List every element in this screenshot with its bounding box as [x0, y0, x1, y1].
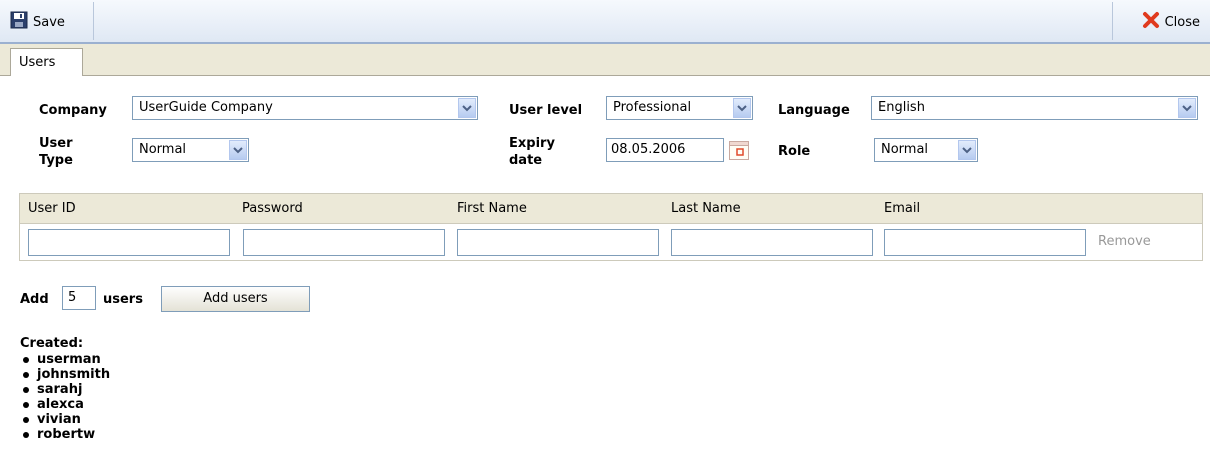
expiry-date-label: Expiry date: [509, 136, 555, 168]
created-users-list: userman johnsmith sarahj alexca vivian r…: [20, 352, 110, 442]
expiry-date-field[interactable]: 08.05.2006: [606, 138, 724, 162]
list-item: johnsmith: [20, 367, 110, 382]
toolbar: Save Close: [0, 0, 1210, 44]
save-label: Save: [33, 14, 65, 30]
floppy-disk-icon: [10, 11, 28, 33]
role-label: Role: [778, 144, 811, 159]
company-select[interactable]: UserGuide Company: [132, 96, 478, 120]
close-button[interactable]: Close: [1142, 11, 1200, 33]
close-icon: [1142, 11, 1160, 33]
list-item: sarahj: [20, 382, 110, 397]
chevron-down-icon[interactable]: [958, 140, 976, 160]
users-grid-header: User ID Password First Name Last Name Em…: [19, 193, 1203, 224]
calendar-icon[interactable]: [728, 139, 750, 165]
table-row: Remove: [19, 224, 1203, 261]
save-button[interactable]: Save: [10, 11, 65, 33]
password-input[interactable]: [243, 229, 445, 256]
bullet-icon: [23, 401, 29, 408]
user-id-input[interactable]: [28, 229, 230, 256]
chevron-down-icon[interactable]: [458, 98, 476, 118]
tab-users[interactable]: Users: [10, 48, 83, 76]
close-label: Close: [1164, 14, 1200, 30]
bullet-icon: [23, 416, 29, 423]
bullet-icon: [23, 431, 29, 438]
toolbar-separator: [1112, 2, 1113, 40]
list-item: vivian: [20, 412, 110, 427]
add-users-button[interactable]: Add users: [161, 286, 310, 312]
chevron-down-icon[interactable]: [1178, 98, 1196, 118]
email-input[interactable]: [884, 229, 1086, 256]
column-header-first-name: First Name: [457, 201, 527, 216]
company-label: Company: [39, 103, 107, 118]
column-header-last-name: Last Name: [671, 201, 741, 216]
role-select[interactable]: Normal: [874, 138, 978, 162]
add-suffix-label: users: [103, 292, 143, 307]
remove-row-link[interactable]: Remove: [1098, 234, 1151, 249]
language-select[interactable]: English: [871, 96, 1198, 120]
chevron-down-icon[interactable]: [733, 98, 751, 118]
column-header-user-id: User ID: [28, 201, 76, 216]
bullet-icon: [23, 356, 29, 363]
user-type-value: Normal: [139, 142, 187, 157]
language-value: English: [878, 100, 925, 115]
list-item: robertw: [20, 427, 110, 442]
role-value: Normal: [881, 142, 929, 157]
user-level-label: User level: [509, 103, 583, 118]
chevron-down-icon[interactable]: [229, 140, 247, 160]
add-count-input[interactable]: 5: [62, 286, 96, 310]
tab-bar: Users: [0, 44, 1210, 76]
column-header-password: Password: [242, 201, 303, 216]
add-prefix-label: Add: [20, 292, 49, 307]
bullet-icon: [23, 371, 29, 378]
language-label: Language: [778, 103, 850, 118]
list-item: alexca: [20, 397, 110, 412]
last-name-input[interactable]: [671, 229, 873, 256]
toolbar-separator: [93, 2, 94, 40]
first-name-input[interactable]: [457, 229, 659, 256]
user-level-value: Professional: [613, 100, 692, 115]
user-type-label: User Type: [39, 136, 73, 168]
column-header-email: Email: [884, 201, 921, 216]
company-value: UserGuide Company: [139, 100, 273, 115]
list-item: userman: [20, 352, 110, 367]
created-title: Created:: [20, 336, 84, 351]
user-level-select[interactable]: Professional: [606, 96, 753, 120]
user-type-select[interactable]: Normal: [132, 138, 249, 162]
bullet-icon: [23, 386, 29, 393]
